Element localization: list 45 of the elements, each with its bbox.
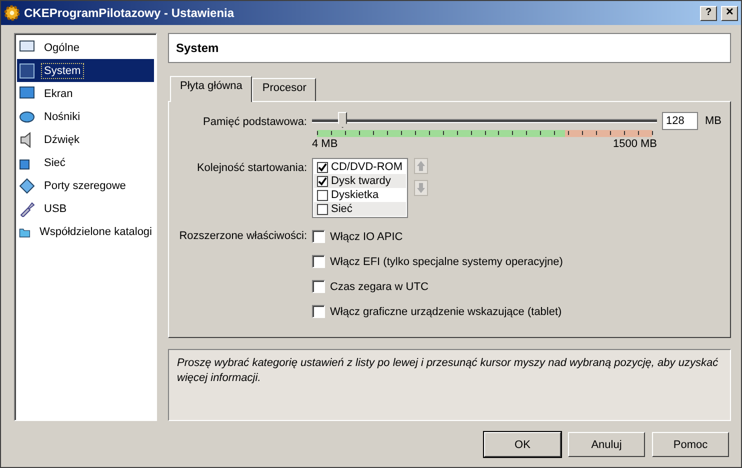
- checkbox-label: Włącz graficzne urządzenie wskazujące (tablet): [330, 306, 562, 318]
- boot-device-item[interactable]: Dyskietka: [314, 188, 406, 202]
- dialog-button[interactable]: Anuluj: [568, 432, 645, 457]
- category-item[interactable]: Ekran: [17, 82, 154, 105]
- category-item[interactable]: System: [17, 59, 154, 82]
- slider-thumb[interactable]: [338, 112, 348, 128]
- checkbox[interactable]: [317, 162, 328, 172]
- tab[interactable]: Procesor: [252, 78, 316, 101]
- dialog-button[interactable]: Pomoc: [652, 432, 729, 457]
- boot-device-item[interactable]: Sieć: [314, 202, 406, 216]
- info-text: Proszę wybrać kategorię ustawień z listy po lewej i przesunąć kursor myszy nad wybraną pozycję, aby uzyskać więcej informacji.: [168, 349, 730, 421]
- section-header: System: [168, 33, 730, 63]
- checkbox[interactable]: [312, 280, 325, 293]
- checkbox[interactable]: [312, 255, 325, 268]
- max-label: 1500 MB: [612, 138, 657, 150]
- memory-slider[interactable]: [312, 112, 657, 130]
- tab[interactable]: Płyta główna: [170, 76, 252, 102]
- checkbox[interactable]: [312, 305, 325, 318]
- boot-device-item[interactable]: CD/DVD-ROM: [314, 160, 406, 174]
- boot-device-item[interactable]: Dysk twardy: [314, 174, 406, 188]
- field-label: Rozszerzone właściwości:: [178, 230, 308, 242]
- category-item[interactable]: Nośniki: [17, 105, 154, 128]
- memory-field[interactable]: 128: [662, 112, 698, 130]
- field-label: Pamięć podstawowa:: [202, 116, 308, 128]
- checkbox-label: Włącz EFI (tylko specjalne systemy operacyjne): [330, 256, 563, 268]
- checkbox[interactable]: [317, 204, 328, 214]
- category-item[interactable]: Porty szeregowe: [17, 174, 154, 197]
- checkbox-label: Czas zegara w UTC: [330, 280, 428, 292]
- checkbox[interactable]: [317, 190, 328, 200]
- category-item[interactable]: USB: [17, 197, 154, 220]
- dialog-button[interactable]: OK: [484, 432, 561, 457]
- close-button[interactable]: ✕: [721, 6, 738, 20]
- category-item[interactable]: Sieć: [17, 151, 154, 174]
- window-title: CKEProgramPilotazowy - Ustawienia: [24, 6, 234, 20]
- category-item[interactable]: Dźwięk: [17, 128, 154, 151]
- min-label: 4 MB: [312, 138, 338, 150]
- field-label: Kolejność startowania:: [196, 162, 308, 174]
- help-button[interactable]: ?: [700, 6, 717, 20]
- category-item[interactable]: Współdzielone katalogi: [17, 220, 154, 243]
- category-item[interactable]: Ogólne: [17, 36, 154, 59]
- checkbox-label: Włącz IO APIC: [330, 230, 403, 242]
- unit-label: MB: [705, 115, 722, 127]
- gear-icon: [4, 5, 20, 21]
- checkbox[interactable]: [312, 230, 325, 243]
- checkbox[interactable]: [317, 176, 328, 186]
